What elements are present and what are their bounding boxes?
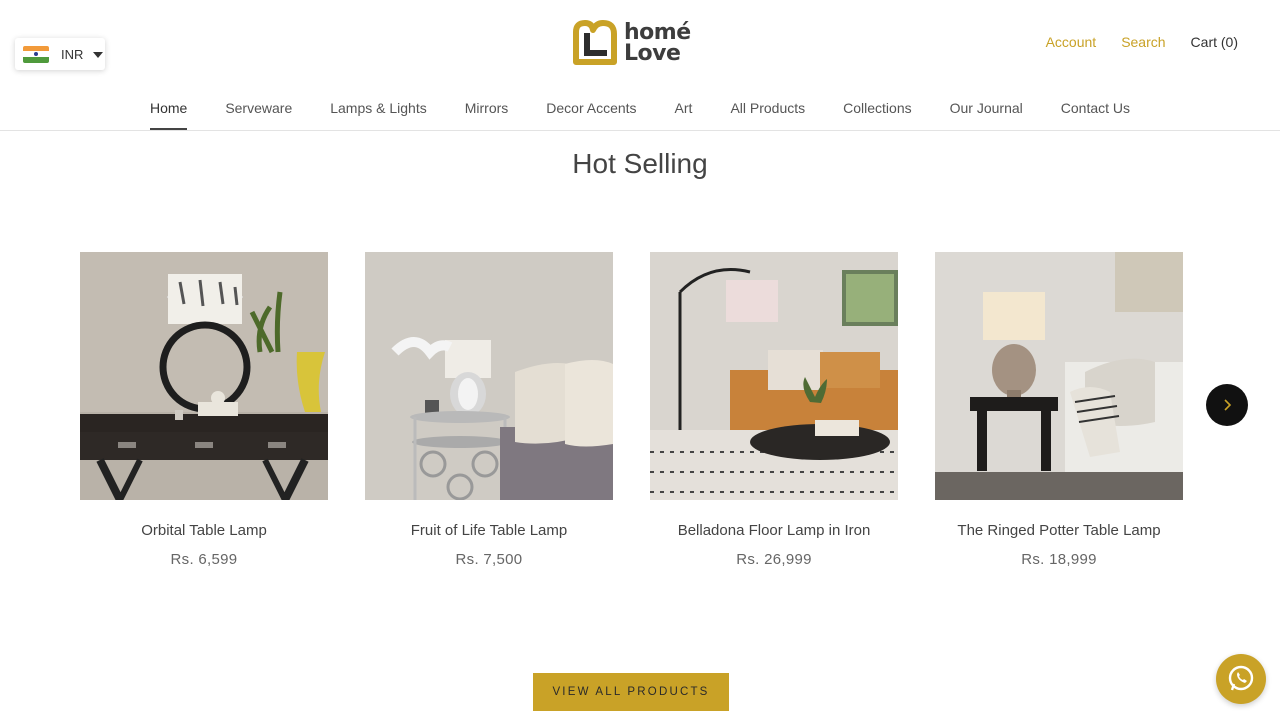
whatsapp-chat-button[interactable]: [1216, 654, 1266, 704]
nav-item-collections[interactable]: Collections: [843, 100, 911, 130]
product-price: Rs. 7,500: [455, 551, 523, 568]
main-nav: Home Serveware Lamps & Lights Mirrors De…: [0, 100, 1280, 131]
currency-selector[interactable]: INR: [15, 38, 105, 70]
chevron-right-icon: [1224, 399, 1232, 411]
header-links: Account Search Cart (0): [1021, 34, 1238, 50]
brand-logo[interactable]: homé Love: [572, 20, 691, 66]
cart-link[interactable]: Cart (0): [1191, 34, 1238, 50]
product-card[interactable]: The Ringed Potter Table Lamp Rs. 18,999: [935, 252, 1183, 568]
currency-code: INR: [61, 46, 84, 62]
nav-item-art[interactable]: Art: [675, 100, 693, 130]
product-name[interactable]: Orbital Table Lamp: [80, 522, 328, 539]
nav-item-mirrors[interactable]: Mirrors: [465, 100, 509, 130]
product-card[interactable]: Fruit of Life Table Lamp Rs. 7,500: [365, 252, 613, 568]
product-image[interactable]: [650, 252, 898, 500]
product-price: Rs. 6,599: [170, 551, 238, 568]
caret-down-icon: [93, 52, 104, 58]
nav-item-serveware[interactable]: Serveware: [225, 100, 292, 130]
product-image[interactable]: [80, 252, 328, 500]
product-image[interactable]: [935, 252, 1183, 500]
account-link[interactable]: Account: [1046, 34, 1097, 50]
india-flag-icon: [23, 45, 49, 63]
product-name[interactable]: The Ringed Potter Table Lamp: [935, 522, 1183, 539]
product-image[interactable]: [365, 252, 613, 500]
product-card[interactable]: Belladona Floor Lamp in Iron Rs. 26,999: [650, 252, 898, 568]
product-carousel: Orbital Table Lamp Rs. 6,599 Fruit of Li…: [80, 252, 1183, 582]
product-name[interactable]: Belladona Floor Lamp in Iron: [650, 522, 898, 539]
nav-item-contact-us[interactable]: Contact Us: [1061, 100, 1130, 130]
logo-line1: homé: [624, 20, 691, 45]
section-title: Hot Selling: [572, 148, 708, 179]
product-name[interactable]: Fruit of Life Table Lamp: [365, 522, 613, 539]
nav-item-home[interactable]: Home: [149, 100, 188, 130]
logo-line2: Love: [624, 41, 681, 66]
product-card[interactable]: Orbital Table Lamp Rs. 6,599: [80, 252, 328, 568]
nav-item-lamps-lights[interactable]: Lamps & Lights: [330, 100, 427, 130]
search-link[interactable]: Search: [1121, 34, 1165, 50]
carousel-next-button[interactable]: [1206, 384, 1248, 426]
logo-mark-icon: [573, 20, 617, 65]
logo-wordmark: homé Love: [624, 20, 691, 66]
nav-item-our-journal[interactable]: Our Journal: [950, 100, 1023, 130]
product-price: Rs. 26,999: [736, 551, 812, 568]
nav-item-all-products[interactable]: All Products: [730, 100, 805, 130]
nav-item-decor-accents[interactable]: Decor Accents: [546, 100, 636, 130]
whatsapp-icon: [1228, 665, 1254, 691]
product-price: Rs. 18,999: [1021, 551, 1097, 568]
view-all-products-button[interactable]: VIEW ALL PRODUCTS: [533, 673, 729, 711]
